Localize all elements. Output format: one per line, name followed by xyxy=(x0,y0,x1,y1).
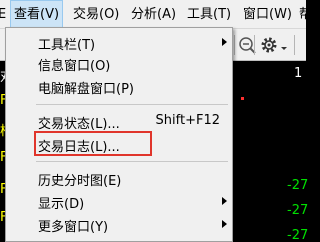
menu-item-display[interactable]: 显示(D) xyxy=(6,190,232,212)
menu-item-label: 信息窗口(O) xyxy=(38,59,111,74)
gear-icon[interactable] xyxy=(258,34,280,56)
menu-item-info-window[interactable]: 信息窗口(O) xyxy=(6,52,232,74)
menu-fragment-left[interactable]: E xyxy=(0,0,6,29)
menu-bar: E 查看(V) 交易(O) 分析(A) 工具(T) 窗口(W) 帮 xyxy=(0,0,312,29)
highlight-annotation xyxy=(34,131,152,156)
view-menu-dropdown: 工具栏(T) 信息窗口(O) 电脑解盘窗口(P) 交易状态(L)... Shif… xyxy=(5,27,233,242)
menu-analysis[interactable]: 分析(A) xyxy=(131,0,176,29)
toolbar-separator xyxy=(294,35,295,55)
menu-item-more-windows[interactable]: 更多窗口(Y) xyxy=(6,213,232,235)
dropdown-icon[interactable] xyxy=(279,34,289,56)
submenu-arrow-icon xyxy=(222,38,227,46)
toolbar-separator xyxy=(254,35,255,55)
menu-item-toolbar[interactable]: 工具栏(T) xyxy=(6,31,232,53)
menu-tools[interactable]: 工具(T) xyxy=(187,0,231,29)
menu-item-analysis-window[interactable]: 电脑解盘窗口(P) xyxy=(6,75,232,97)
menu-item-label: 工具栏(T) xyxy=(38,38,96,53)
menu-item-history-chart[interactable]: 历史分时图(E) xyxy=(6,167,232,189)
menu-separator xyxy=(36,104,228,105)
toolbar-separator xyxy=(234,35,235,55)
menu-view[interactable]: 查看(V) xyxy=(10,0,64,29)
submenu-arrow-icon xyxy=(222,197,227,205)
background-value: -27 xyxy=(287,178,309,193)
menu-item-label: 交易状态(L)... xyxy=(38,117,120,132)
menu-item-label: 更多窗口(Y) xyxy=(38,220,109,235)
background-value: 1 xyxy=(294,66,303,81)
menu-item-label: 历史分时图(E) xyxy=(38,174,122,189)
background-value: -27 xyxy=(287,228,309,242)
background-value: -27 xyxy=(287,203,309,218)
menu-help[interactable]: 帮 xyxy=(299,0,312,29)
red-marker xyxy=(241,97,244,100)
menu-window[interactable]: 窗口(W) xyxy=(243,0,292,29)
menu-item-label: 电脑解盘窗口(P) xyxy=(38,82,134,97)
menu-item-shortcut: Shift+F12 xyxy=(155,113,220,128)
submenu-arrow-icon xyxy=(222,220,227,228)
menu-item-label: 显示(D) xyxy=(38,197,85,212)
menu-separator xyxy=(36,161,228,162)
menu-trade[interactable]: 交易(O) xyxy=(73,0,119,29)
menu-item-trade-status[interactable]: 交易状态(L)... Shift+F12 xyxy=(6,110,232,132)
